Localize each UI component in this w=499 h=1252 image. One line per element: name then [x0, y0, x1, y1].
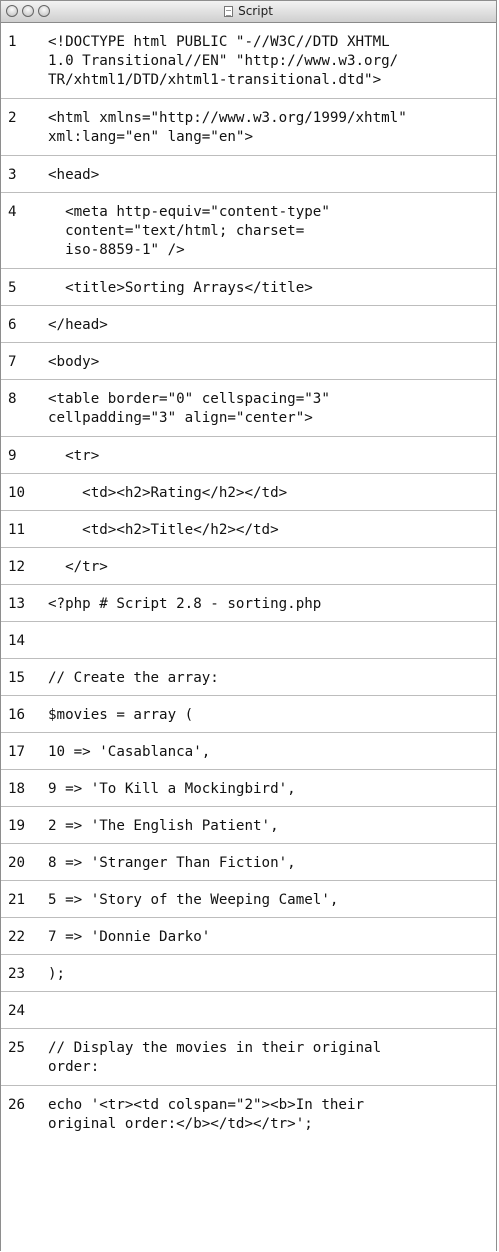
code-text: 8 => 'Stranger Than Fiction',: [48, 855, 296, 871]
code-text: <tr>: [48, 448, 100, 464]
line-number: 15: [8, 670, 26, 686]
code-line: 7 <body>: [1, 343, 496, 380]
code-line: 12 </tr>: [1, 548, 496, 585]
code-line: 25 // Display the movies in their origin…: [1, 1029, 496, 1086]
code-text: 2 => 'The English Patient',: [48, 818, 279, 834]
code-text: <table border="0" cellspacing="3" cellpa…: [48, 391, 330, 426]
line-number: 14: [8, 633, 26, 649]
title-bar[interactable]: Script: [1, 1, 496, 23]
code-text: 9 => 'To Kill a Mockingbird',: [48, 781, 296, 797]
code-line: 16 $movies = array (: [1, 696, 496, 733]
line-number: 5: [8, 280, 17, 296]
code-text: <?php # Script 2.8 - sorting.php: [48, 596, 322, 612]
line-number: 9: [8, 448, 17, 464]
script-window: Script 1 <!DOCTYPE html PUBLIC "-//W3C//…: [0, 0, 497, 1251]
line-number: 13: [8, 596, 26, 612]
code-line: 5 <title>Sorting Arrays</title>: [1, 269, 496, 306]
line-number: 17: [8, 744, 26, 760]
code-line: 13 <?php # Script 2.8 - sorting.php: [1, 585, 496, 622]
code-line: 19 2 => 'The English Patient',: [1, 807, 496, 844]
code-text: 10 => 'Casablanca',: [48, 744, 211, 760]
code-text: echo '<tr><td colspan="2"><b>In their or…: [48, 1097, 365, 1132]
code-line: 17 10 => 'Casablanca',: [1, 733, 496, 770]
code-text: $movies = array (: [48, 707, 194, 723]
line-number: 24: [8, 1003, 26, 1019]
code-listing: 1 <!DOCTYPE html PUBLIC "-//W3C//DTD XHT…: [1, 23, 496, 1143]
line-number: 2: [8, 110, 17, 126]
line-number: 19: [8, 818, 26, 834]
line-number: 7: [8, 354, 17, 370]
code-line: 9 <tr>: [1, 437, 496, 474]
code-line: 24: [1, 992, 496, 1029]
line-number: 26: [8, 1097, 26, 1113]
code-text: </tr>: [48, 559, 108, 575]
code-line: 2 <html xmlns="http://www.w3.org/1999/xh…: [1, 99, 496, 156]
line-number: 6: [8, 317, 17, 333]
code-line: 11 <td><h2>Title</h2></td>: [1, 511, 496, 548]
line-number: 25: [8, 1040, 26, 1056]
line-number: 12: [8, 559, 26, 575]
code-text: <td><h2>Rating</h2></td>: [48, 485, 288, 501]
code-line: 22 7 => 'Donnie Darko': [1, 918, 496, 955]
code-line: 6 </head>: [1, 306, 496, 343]
code-line: 26 echo '<tr><td colspan="2"><b>In their…: [1, 1086, 496, 1143]
code-text: <!DOCTYPE html PUBLIC "-//W3C//DTD XHTML…: [48, 34, 399, 88]
line-number: 20: [8, 855, 26, 871]
code-line: 10 <td><h2>Rating</h2></td>: [1, 474, 496, 511]
code-line: 1 <!DOCTYPE html PUBLIC "-//W3C//DTD XHT…: [1, 23, 496, 99]
window-title: Script: [1, 4, 496, 19]
code-line: 18 9 => 'To Kill a Mockingbird',: [1, 770, 496, 807]
code-line: 8 <table border="0" cellspacing="3" cell…: [1, 380, 496, 437]
code-line: 23 );: [1, 955, 496, 992]
code-text: // Create the array:: [48, 670, 219, 686]
code-text: <body>: [48, 354, 100, 370]
line-number: 23: [8, 966, 26, 982]
line-number: 4: [8, 204, 17, 220]
line-number: 18: [8, 781, 26, 797]
line-number: 3: [8, 167, 17, 183]
code-line: 4 <meta http-equiv="content-type" conten…: [1, 193, 496, 269]
document-icon: [224, 6, 234, 17]
code-text: 5 => 'Story of the Weeping Camel',: [48, 892, 339, 908]
code-text: 7 => 'Donnie Darko': [48, 929, 211, 945]
line-number: 11: [8, 522, 26, 538]
code-line: 3 <head>: [1, 156, 496, 193]
code-line: 15 // Create the array:: [1, 659, 496, 696]
line-number: 10: [8, 485, 26, 501]
window-title-text: Script: [238, 4, 273, 18]
line-number: 1: [8, 34, 17, 50]
line-number: 16: [8, 707, 26, 723]
code-text: </head>: [48, 317, 108, 333]
code-text: );: [48, 966, 66, 982]
line-number: 8: [8, 391, 17, 407]
code-line: 14: [1, 622, 496, 659]
code-line: 21 5 => 'Story of the Weeping Camel',: [1, 881, 496, 918]
code-text: <meta http-equiv="content-type" content=…: [65, 204, 330, 258]
code-text: <head>: [48, 167, 100, 183]
line-number: 22: [8, 929, 26, 945]
code-text: <td><h2>Title</h2></td>: [48, 522, 279, 538]
code-text: <title>Sorting Arrays</title>: [48, 280, 313, 296]
code-line: 20 8 => 'Stranger Than Fiction',: [1, 844, 496, 881]
code-text: // Display the movies in their original …: [48, 1040, 382, 1075]
code-text: <html xmlns="http://www.w3.org/1999/xhtm…: [48, 110, 407, 145]
line-number: 21: [8, 892, 26, 908]
